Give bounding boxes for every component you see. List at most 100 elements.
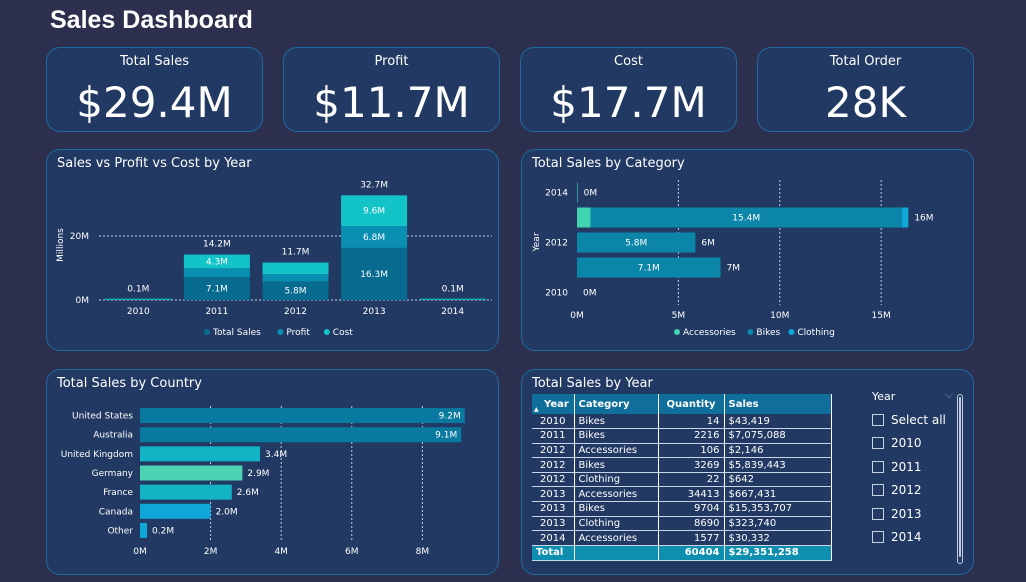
sales-table-panel[interactable]: Total Sales by Year ▲ Year Category Quan… (521, 369, 974, 575)
x-tick-label: 0M (133, 547, 147, 557)
column-header-year[interactable]: ▲ Year (532, 394, 575, 414)
checkbox-icon[interactable] (872, 437, 884, 450)
year-stacked-chart[interactable]: 20M 0M Millions 0.1M 2010 7.1M 4.3M 14.2M 2011 5.… (47, 150, 500, 352)
legend-label: Total Sales (212, 328, 261, 338)
slicer-item-label: 2011 (891, 459, 922, 474)
kpi-value: $29.4M (76, 78, 233, 127)
chevron-down-icon[interactable]: ⌵ (945, 388, 953, 402)
y-tick-label: 0M (76, 296, 90, 306)
y-tick-label: 2012 (545, 239, 568, 249)
country-bar (140, 465, 243, 481)
data-label: 7.1M (638, 264, 660, 274)
y-tick-label: France (103, 488, 133, 498)
table-cell: 1577 (658, 530, 725, 546)
y-tick-label: United Kingdom (61, 450, 133, 460)
checkbox-icon[interactable] (872, 507, 884, 520)
legend-label: Cost (333, 328, 353, 338)
legend-marker (788, 329, 795, 335)
data-label: 3.4M (265, 450, 287, 460)
table-row: 2014 Accessories 1577 $30,332 (532, 530, 832, 546)
table-cell: $43,419 (724, 414, 832, 430)
table-total-row: Total 60404 $29,351,258 (532, 545, 832, 561)
column-header-quantity[interactable]: Quantity (658, 394, 725, 414)
sort-triangle-up-icon[interactable]: ▲ (534, 406, 539, 413)
table-cell: 2012 (532, 443, 575, 459)
table-cell: 2216 (658, 428, 725, 444)
table-cell: Clothing (574, 516, 659, 532)
checkbox-icon[interactable] (872, 460, 884, 473)
table-row: 2010 Bikes 14 $43,419 (532, 414, 832, 430)
data-label: 2.9M (247, 469, 269, 479)
table-cell: 106 (658, 443, 725, 459)
kpi-card-profit[interactable]: Profit $11.7M (283, 47, 500, 132)
kpi-label: Total Order (829, 54, 902, 69)
category-bar-chart[interactable]: 0M 5M 10M 15M Year 2014 0M 15.4M 16M 2012 5.8M 6M 7.… (522, 150, 975, 352)
data-label: 0.2M (152, 526, 174, 536)
kpi-card-total-sales[interactable]: Total Sales $29.4M (46, 47, 263, 132)
country-bar (140, 446, 261, 462)
table-cell: 2014 (532, 530, 575, 546)
data-label: 2.6M (237, 488, 259, 498)
slicer-item[interactable]: 2014 (872, 526, 967, 550)
table-cell: 2013 (532, 516, 575, 532)
data-label: 5.8M (284, 287, 306, 297)
table-cell: Bikes (574, 457, 659, 473)
country-bar (140, 522, 148, 538)
data-label: 9.2M (439, 412, 461, 422)
panel-title: Total Sales by Year (532, 376, 653, 391)
checkbox-icon[interactable] (872, 531, 884, 544)
kpi-card-cost[interactable]: Cost $17.7M (520, 47, 737, 132)
slicer-scrollbar[interactable] (957, 394, 963, 564)
data-label: 2.0M (216, 507, 238, 517)
kpi-value: $11.7M (313, 78, 470, 127)
sales-table: ▲ Year Category Quantity Sales 2010 Bikes… (532, 394, 832, 561)
total-label: 0.1M (442, 285, 464, 295)
year-chart-panel[interactable]: Sales vs Profit vs Cost by Year 20M 0M Mil… (46, 149, 499, 351)
year-slicer: Year ⌵ Select all 2010 2011 2012 2013 2014 (872, 388, 967, 550)
column-header-category[interactable]: Category (574, 394, 659, 414)
checkbox-icon[interactable] (872, 413, 884, 426)
bar-segment (419, 298, 486, 300)
table-cell: Bikes (574, 501, 659, 517)
y-tick-label: 2014 (545, 189, 568, 199)
table-cell: 9704 (658, 501, 725, 517)
y-tick-label: Australia (93, 431, 133, 441)
country-chart-panel[interactable]: Total Sales by Country 0M 2M 4M 6M 8M United … (46, 369, 499, 575)
country-bar (140, 484, 232, 500)
x-tick-label: 4M (274, 547, 288, 557)
slicer-item[interactable]: Select all (872, 408, 967, 432)
table-cell: Total (532, 545, 575, 561)
data-label: 9.1M (435, 431, 457, 441)
slicer-item-label: 2014 (891, 530, 922, 545)
table-cell: $29,351,258 (724, 545, 832, 561)
total-label: 0M (583, 289, 597, 299)
table-cell: 2012 (532, 457, 575, 473)
y-tick-label: Germany (92, 469, 134, 479)
slicer-item[interactable]: 2013 (872, 502, 967, 526)
column-header-sales[interactable]: Sales (724, 394, 832, 414)
table-cell: 2013 (532, 501, 575, 517)
slicer-item-label: 2010 (891, 436, 922, 451)
kpi-card-total-order[interactable]: Total Order 28K (757, 47, 974, 132)
table-cell: $667,431 (724, 486, 832, 503)
data-label: 6.8M (363, 233, 385, 243)
table-cell: 8690 (658, 516, 725, 532)
data-label: 9.6M (363, 207, 385, 217)
slicer-item[interactable]: 2010 (872, 432, 967, 456)
category-chart-panel[interactable]: Total Sales by Category 0M 5M 10M 15M Year 20… (521, 149, 974, 351)
country-bar (140, 427, 462, 443)
slicer-item[interactable]: 2011 (872, 455, 967, 479)
country-bar-chart[interactable]: 0M 2M 4M 6M 8M United States 9.2M Australia 9.1M… (47, 370, 500, 576)
checkbox-icon[interactable] (872, 484, 884, 497)
bar-segment (901, 207, 909, 228)
table-row: 2013 Bikes 9704 $15,353,707 (532, 501, 832, 517)
table-row: 2012 Accessories 106 $2,146 (532, 443, 832, 459)
legend-marker (323, 329, 330, 335)
y-axis-label: Millions (56, 228, 66, 262)
table-row: 2012 Clothing 22 $642 (532, 472, 832, 488)
kpi-value: 28K (825, 78, 906, 127)
slicer-item[interactable]: 2012 (872, 479, 967, 503)
total-label: 11.7M (282, 248, 310, 258)
table-cell (574, 545, 659, 561)
scrollbar-thumb[interactable] (959, 397, 961, 557)
